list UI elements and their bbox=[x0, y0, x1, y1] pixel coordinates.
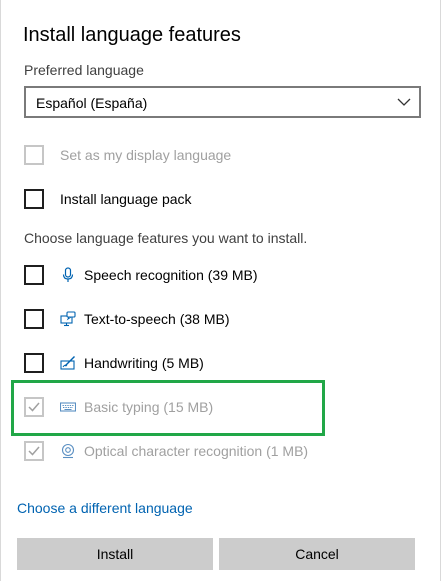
preferred-language-value: Español (España) bbox=[36, 95, 148, 111]
dialog-title: Install language features bbox=[23, 24, 241, 46]
highlight-box bbox=[11, 380, 325, 436]
display-language-option: Set as my display language bbox=[24, 144, 424, 166]
install-button[interactable]: Install bbox=[17, 538, 213, 570]
install-language-features-dialog: Install language features Preferred lang… bbox=[0, 0, 441, 581]
ocr-checkbox bbox=[24, 441, 44, 461]
language-pack-label: Install language pack bbox=[60, 191, 192, 207]
chevron-down-icon bbox=[397, 98, 411, 106]
text-to-speech-checkbox[interactable] bbox=[24, 309, 44, 329]
microphone-icon bbox=[62, 267, 74, 282]
feature-handwriting[interactable]: Handwriting (5 MB) bbox=[24, 352, 424, 374]
language-pack-checkbox[interactable] bbox=[24, 189, 44, 209]
cancel-button[interactable]: Cancel bbox=[219, 538, 415, 570]
preferred-language-dropdown[interactable]: Español (España) bbox=[24, 86, 421, 118]
feature-text-to-speech[interactable]: Text-to-speech (38 MB) bbox=[24, 308, 424, 330]
feature-label: Speech recognition (39 MB) bbox=[84, 267, 258, 283]
checkmark-icon bbox=[28, 446, 40, 456]
speech-bubble-monitor-icon bbox=[60, 311, 76, 327]
handwriting-checkbox[interactable] bbox=[24, 353, 44, 373]
eye-scan-icon bbox=[61, 443, 75, 459]
preferred-language-label: Preferred language bbox=[24, 62, 144, 78]
speech-recognition-checkbox[interactable] bbox=[24, 265, 44, 285]
pen-tablet-icon bbox=[60, 356, 75, 370]
feature-label: Optical character recognition (1 MB) bbox=[84, 443, 309, 459]
display-language-label: Set as my display language bbox=[60, 147, 232, 163]
feature-ocr: Optical character recognition (1 MB) bbox=[24, 440, 424, 462]
feature-label: Handwriting (5 MB) bbox=[84, 355, 204, 371]
choose-different-language-link[interactable]: Choose a different language bbox=[17, 499, 193, 517]
language-pack-option[interactable]: Install language pack bbox=[24, 188, 424, 210]
display-language-checkbox bbox=[24, 145, 44, 165]
feature-label: Text-to-speech (38 MB) bbox=[84, 311, 230, 327]
features-prompt: Choose language features you want to ins… bbox=[24, 230, 308, 246]
feature-speech-recognition[interactable]: Speech recognition (39 MB) bbox=[24, 264, 424, 286]
